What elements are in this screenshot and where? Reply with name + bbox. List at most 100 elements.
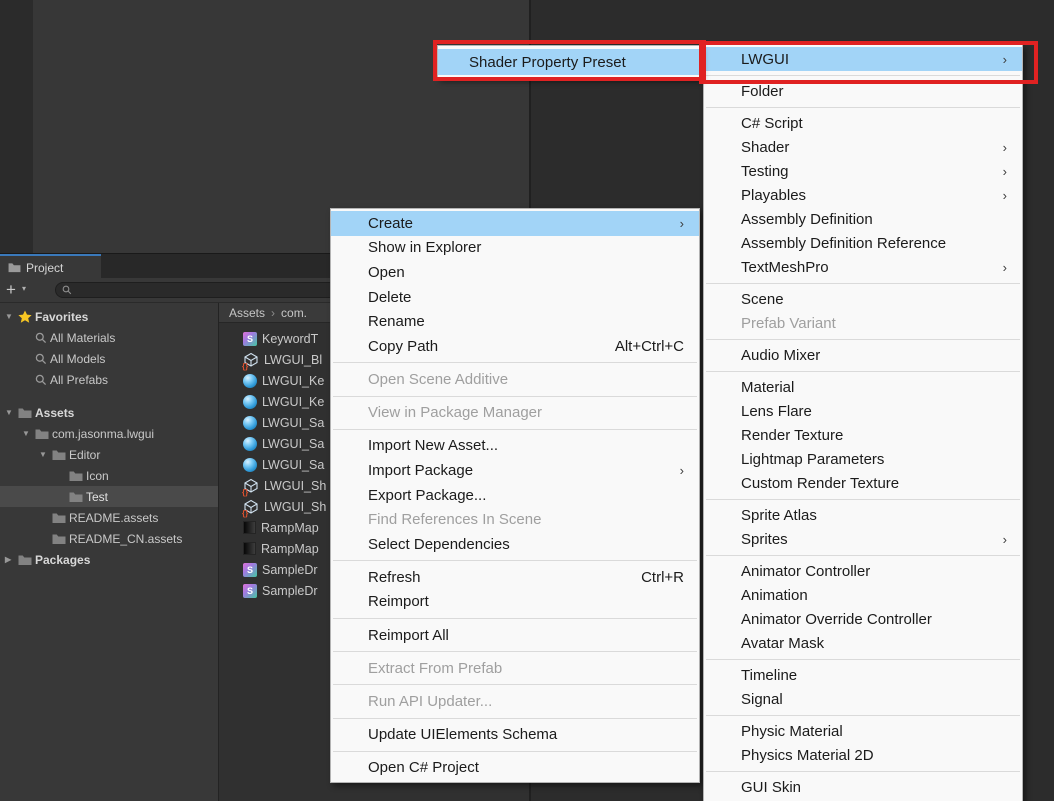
menu-item-testing[interactable]: Testing› xyxy=(704,159,1022,183)
folder-icon xyxy=(52,512,66,524)
menu-item-gui-skin[interactable]: GUI Skin xyxy=(704,775,1022,799)
submenu-arrow-icon: › xyxy=(1003,164,1007,179)
expander-closed-icon[interactable]: ▶ xyxy=(5,555,18,564)
sidebar-item-label: Icon xyxy=(86,469,109,483)
menu-separator xyxy=(333,396,697,397)
sidebar-item-all-materials[interactable]: All Materials xyxy=(0,327,218,348)
menu-item-animator-controller[interactable]: Animator Controller xyxy=(704,559,1022,583)
menu-item-c-script[interactable]: C# Script xyxy=(704,111,1022,135)
sidebar-item-test[interactable]: Test xyxy=(0,486,218,507)
menu-item-copy-path[interactable]: Copy PathAlt+Ctrl+C xyxy=(331,334,699,359)
menu-item-delete[interactable]: Delete xyxy=(331,285,699,310)
menu-item-label: Material xyxy=(741,379,1007,396)
menu-item-extract-from-prefab[interactable]: Extract From Prefab xyxy=(331,656,699,681)
menu-item-label: View in Package Manager xyxy=(368,404,684,421)
expander-open-icon[interactable]: ▼ xyxy=(5,408,18,417)
menu-item-render-texture[interactable]: Render Texture xyxy=(704,423,1022,447)
menu-item-physic-material[interactable]: Physic Material xyxy=(704,719,1022,743)
sidebar-item-readme-assets[interactable]: README.assets xyxy=(0,507,218,528)
menu-item-shader[interactable]: Shader› xyxy=(704,135,1022,159)
sidebar-item-editor[interactable]: ▼ Editor xyxy=(0,444,218,465)
menu-item-create[interactable]: Create› xyxy=(331,211,699,236)
file-item-label: LWGUI_Sa xyxy=(262,416,324,430)
breadcrumb-current[interactable]: com. xyxy=(281,306,307,320)
menu-item-show-in-explorer[interactable]: Show in Explorer xyxy=(331,236,699,261)
menu-item-sprites[interactable]: Sprites› xyxy=(704,527,1022,551)
menu-item-label: Show in Explorer xyxy=(368,239,684,256)
menu-item-label: Animator Controller xyxy=(741,563,1007,580)
menu-item-label: Open C# Project xyxy=(368,759,684,776)
menu-item-custom-render-texture[interactable]: Custom Render Texture xyxy=(704,471,1022,495)
menu-item-assembly-definition[interactable]: Assembly Definition xyxy=(704,207,1022,231)
menu-item-view-in-package-manager[interactable]: View in Package Manager xyxy=(331,400,699,425)
sidebar-item-all-models[interactable]: All Models xyxy=(0,348,218,369)
menu-item-update-uielements-schema[interactable]: Update UIElements Schema xyxy=(331,722,699,747)
menu-item-label: Create xyxy=(368,215,664,232)
menu-item-playables[interactable]: Playables› xyxy=(704,183,1022,207)
menu-item-label: Import Package xyxy=(368,462,664,479)
tab-project[interactable]: Project xyxy=(0,254,101,279)
menu-item-select-dependencies[interactable]: Select Dependencies xyxy=(331,532,699,557)
menu-item-timeline[interactable]: Timeline xyxy=(704,663,1022,687)
menu-item-open-scene-additive[interactable]: Open Scene Additive xyxy=(331,367,699,392)
menu-item-run-api-updater[interactable]: Run API Updater... xyxy=(331,689,699,714)
sidebar-item-label: Packages xyxy=(35,553,90,567)
menu-item-reimport-all[interactable]: Reimport All xyxy=(331,623,699,648)
sidebar-item-favorites[interactable]: ▼ Favorites xyxy=(0,306,218,327)
folder-open-icon xyxy=(52,449,66,461)
menu-item-lightmap-parameters[interactable]: Lightmap Parameters xyxy=(704,447,1022,471)
menu-item-avatar-mask[interactable]: Avatar Mask xyxy=(704,631,1022,655)
menu-item-import-new-asset[interactable]: Import New Asset... xyxy=(331,434,699,459)
menu-item-label: C# Script xyxy=(741,115,1007,132)
menu-item-label: GUI Skin xyxy=(741,779,1007,796)
menu-item-find-references-in-scene[interactable]: Find References In Scene xyxy=(331,507,699,532)
menu-separator xyxy=(706,715,1020,716)
menu-item-animator-override-controller[interactable]: Animator Override Controller xyxy=(704,607,1022,631)
menu-item-rename[interactable]: Rename xyxy=(331,309,699,334)
sidebar-item-icon[interactable]: Icon xyxy=(0,465,218,486)
menu-item-animation[interactable]: Animation xyxy=(704,583,1022,607)
material-sphere-icon xyxy=(243,374,257,388)
menu-separator xyxy=(333,362,697,363)
add-asset-button[interactable]: + xyxy=(6,279,16,301)
folder-icon xyxy=(69,470,83,482)
menu-item-prefab-variant[interactable]: Prefab Variant xyxy=(704,311,1022,335)
menu-item-refresh[interactable]: RefreshCtrl+R xyxy=(331,565,699,590)
menu-item-scene[interactable]: Scene xyxy=(704,287,1022,311)
menu-item-physics-material-2d[interactable]: Physics Material 2D xyxy=(704,743,1022,767)
menu-item-material[interactable]: Material xyxy=(704,375,1022,399)
menu-item-import-package[interactable]: Import Package› xyxy=(331,458,699,483)
expander-open-icon[interactable]: ▼ xyxy=(5,312,18,321)
menu-item-export-package[interactable]: Export Package... xyxy=(331,483,699,508)
menu-item-signal[interactable]: Signal xyxy=(704,687,1022,711)
menu-item-audio-mixer[interactable]: Audio Mixer xyxy=(704,343,1022,367)
sidebar-item-all-prefabs[interactable]: All Prefabs xyxy=(0,369,218,390)
menu-item-label: Animation xyxy=(741,587,1007,604)
menu-item-textmeshpro[interactable]: TextMeshPro› xyxy=(704,255,1022,279)
sidebar-item-assets[interactable]: ▼Assets xyxy=(0,402,218,423)
menu-item-reimport[interactable]: Reimport xyxy=(331,590,699,615)
menu-item-label: TextMeshPro xyxy=(741,259,987,276)
menu-item-open-c-project[interactable]: Open C# Project xyxy=(331,756,699,781)
sidebar-item-packages[interactable]: ▶ Packages xyxy=(0,549,218,570)
breadcrumb-chevron-icon: › xyxy=(271,306,275,320)
chevron-down-icon[interactable]: ▾ xyxy=(22,284,26,293)
material-sphere-icon xyxy=(243,416,257,430)
menu-item-label: Lens Flare xyxy=(741,403,1007,420)
expander-open-icon[interactable]: ▼ xyxy=(22,429,35,438)
menu-item-label: Playables xyxy=(741,187,987,204)
sidebar-item-com-jasonma-lwgui[interactable]: ▼com.jasonma.lwgui xyxy=(0,423,218,444)
sidebar-item-label: Favorites xyxy=(35,310,88,324)
menu-item-sprite-atlas[interactable]: Sprite Atlas xyxy=(704,503,1022,527)
menu-item-lens-flare[interactable]: Lens Flare xyxy=(704,399,1022,423)
sidebar-item-label: Editor xyxy=(69,448,100,462)
menu-separator xyxy=(706,659,1020,660)
menu-item-label: Timeline xyxy=(741,667,1007,684)
sidebar-item-readme-cn-assets[interactable]: README_CN.assets xyxy=(0,528,218,549)
menu-item-open[interactable]: Open xyxy=(331,260,699,285)
expander-open-icon[interactable]: ▼ xyxy=(39,450,52,459)
breadcrumb-root[interactable]: Assets xyxy=(229,306,265,320)
menu-item-assembly-definition-reference[interactable]: Assembly Definition Reference xyxy=(704,231,1022,255)
scriptable-object-icon: S xyxy=(243,332,257,346)
material-sphere-icon xyxy=(243,458,257,472)
